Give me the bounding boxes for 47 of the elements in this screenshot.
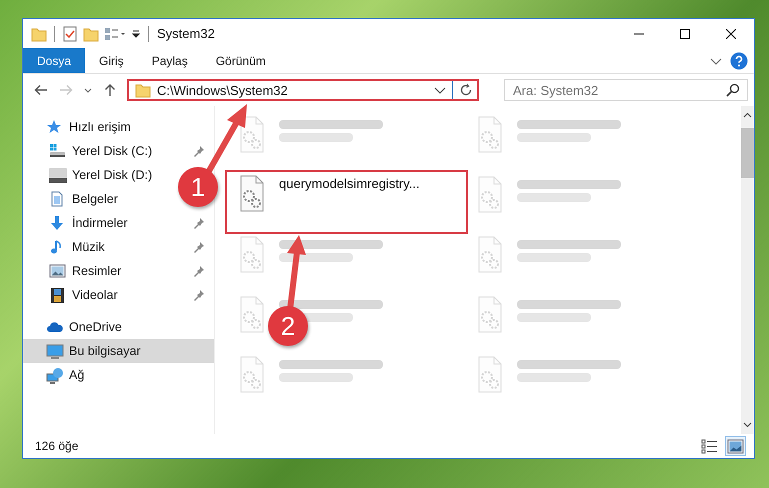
sidebar-item[interactable]: Videolar xyxy=(23,283,214,307)
scrollbar-thumb[interactable] xyxy=(741,128,754,178)
sidebar-item[interactable]: Ağ xyxy=(23,363,214,387)
folder-icon[interactable] xyxy=(83,26,99,42)
sidebar-item[interactable]: Resimler xyxy=(23,259,214,283)
help-icon[interactable] xyxy=(730,52,748,70)
monitor-icon xyxy=(46,342,64,360)
window-title: System32 xyxy=(157,26,215,41)
view-options-icon[interactable] xyxy=(104,26,126,42)
checklist-icon[interactable] xyxy=(62,26,78,42)
file-name[interactable]: querymodelsimregistry... xyxy=(279,176,420,191)
pin-icon[interactable] xyxy=(193,265,205,277)
search-icon[interactable] xyxy=(726,83,740,97)
ribbon-tab[interactable]: Dosya xyxy=(23,48,86,73)
drive-icon xyxy=(49,166,67,184)
view-toggle[interactable] xyxy=(725,436,746,456)
folder-icon[interactable] xyxy=(31,26,47,42)
sidebar-item[interactable]: İndirmeler xyxy=(23,211,214,235)
sidebar-item[interactable]: Belgeler xyxy=(23,187,132,211)
pin-icon[interactable] xyxy=(193,145,205,157)
maximize-icon xyxy=(680,28,690,38)
pin-icon[interactable] xyxy=(193,217,205,229)
ribbon-tab[interactable]: Giriş xyxy=(85,48,138,73)
sidebar-item[interactable]: Hızlı erişim xyxy=(23,115,214,139)
sidebar-item[interactable]: Bu bilgisayar xyxy=(23,339,214,363)
sidebar-item[interactable]: Müzik xyxy=(23,235,214,259)
large-icons-view-icon xyxy=(727,438,744,454)
address-path: C:\Windows\System32 xyxy=(157,82,288,98)
pin-icon[interactable] xyxy=(193,289,205,301)
film-icon xyxy=(49,286,67,304)
close-icon xyxy=(726,28,736,38)
ribbon-tab[interactable]: Paylaş xyxy=(138,48,202,73)
details-view-icon xyxy=(701,438,718,454)
sidebar-item[interactable]: Yerel Disk (C:) xyxy=(23,139,214,163)
pin-icon[interactable] xyxy=(193,241,205,253)
folder-icon xyxy=(135,82,151,98)
network-icon xyxy=(46,366,64,384)
refresh-icon[interactable] xyxy=(459,83,473,97)
item-count: 126 öğe xyxy=(35,439,78,453)
picture-icon xyxy=(49,262,67,280)
ribbon-tab[interactable]: Görünüm xyxy=(202,48,280,73)
address-field[interactable]: C:\Windows\System32 xyxy=(127,79,479,101)
scrollbar[interactable] xyxy=(741,106,754,434)
drive-icon xyxy=(49,142,67,160)
sidebar-item[interactable]: Yerel Disk (D:) xyxy=(23,163,166,187)
sidebar-item[interactable]: OneDrive xyxy=(23,315,214,339)
search-field[interactable]: Ara: System32 xyxy=(504,79,748,101)
